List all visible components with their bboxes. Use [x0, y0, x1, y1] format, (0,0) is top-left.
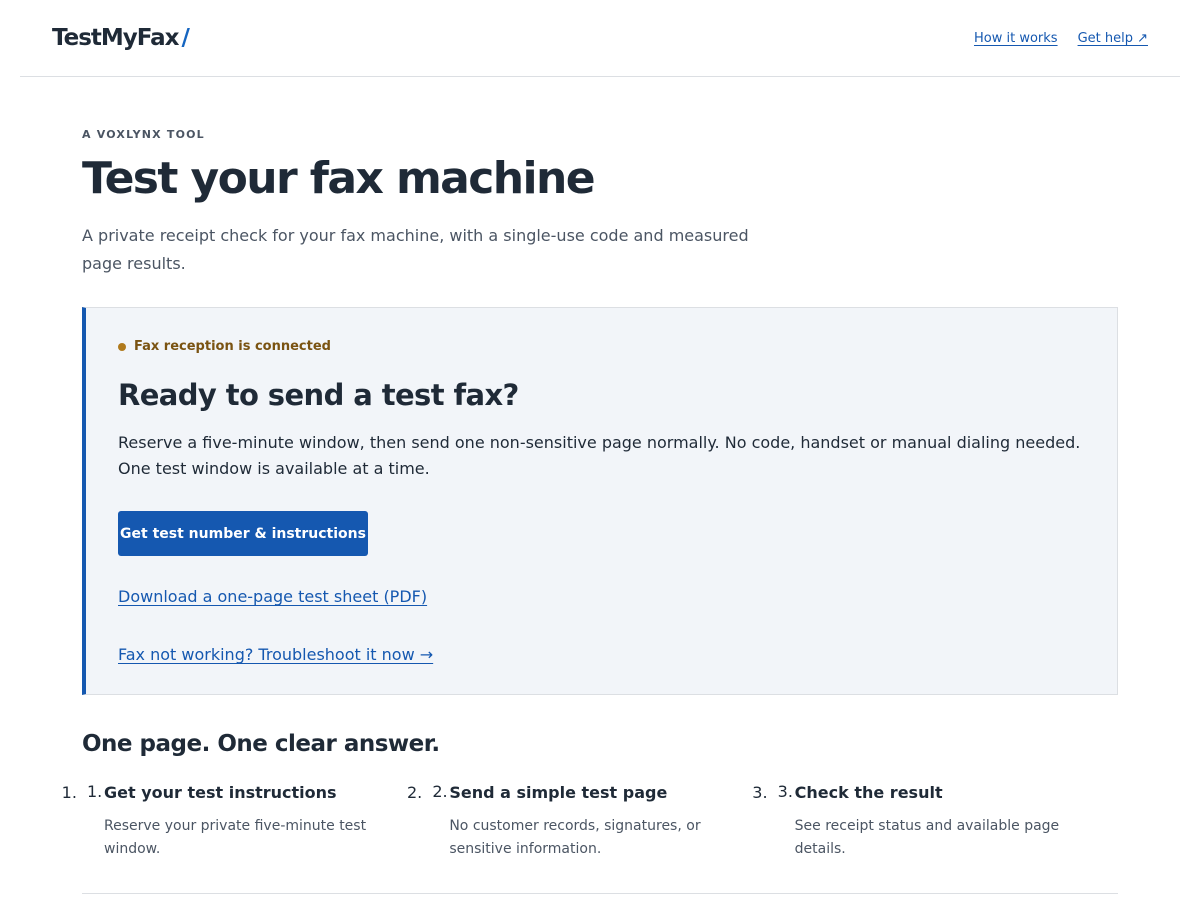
test-fax-card: Fax reception is connected Ready to send…	[82, 307, 1118, 695]
step-title: Get your test instructions	[104, 783, 337, 802]
step-title: Check the result	[794, 783, 943, 802]
bottom-divider	[82, 893, 1118, 894]
eyebrow-label: A VOXLYNX TOOL	[82, 128, 205, 141]
card-description: Reserve a five-minute window, then send …	[118, 433, 1081, 478]
step-description: See receipt status and available page de…	[794, 818, 1060, 857]
download-test-sheet-link[interactable]: Download a one-page test sheet (PDF)	[118, 587, 427, 606]
step-description: No customer records, signatures, or sens…	[449, 818, 701, 857]
step-item: 3. Check the result See receipt status a…	[773, 782, 1118, 861]
get-test-number-button[interactable]: Get test number & instructions	[118, 511, 368, 556]
status-text: Fax reception is connected	[134, 339, 331, 354]
brand-name: TestMyFax	[52, 25, 180, 51]
status-badge: Fax reception is connected	[118, 339, 331, 354]
page-title: Test your fax machine	[82, 153, 596, 204]
steps-list: 1. Get your test instructions Reserve yo…	[82, 782, 1118, 861]
step-number: 3.	[777, 782, 793, 801]
steps-section-title: One page. One clear answer.	[82, 731, 440, 757]
site-header: TestMyFax / How it works Get help ↗	[20, 0, 1180, 77]
nav-link-get-help[interactable]: Get help ↗	[1078, 31, 1148, 46]
step-number: 2.	[432, 782, 448, 801]
intro-text: A private receipt check for your fax mac…	[82, 226, 749, 273]
top-nav: How it works Get help ↗	[974, 31, 1148, 46]
step-item: 1. Get your test instructions Reserve yo…	[82, 782, 427, 861]
card-title: Ready to send a test fax?	[118, 378, 519, 412]
step-title: Send a simple test page	[449, 783, 668, 802]
step-description: Reserve your private five-minute test wi…	[104, 818, 367, 857]
step-item: 2. Send a simple test page No customer r…	[427, 782, 772, 861]
troubleshoot-link[interactable]: Fax not working? Troubleshoot it now →	[118, 645, 433, 664]
nav-link-how-it-works[interactable]: How it works	[974, 31, 1058, 46]
status-dot-icon	[118, 342, 126, 351]
brand-slash: /	[181, 25, 190, 51]
step-number: 1.	[87, 782, 103, 801]
brand-logo[interactable]: TestMyFax /	[52, 25, 190, 51]
